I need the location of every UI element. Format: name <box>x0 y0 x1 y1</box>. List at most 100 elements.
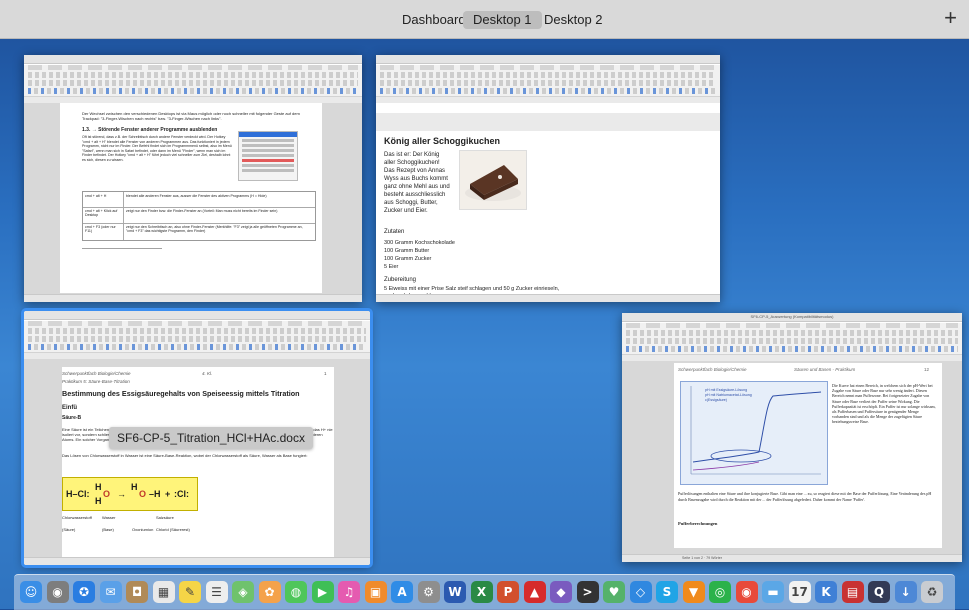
chart-legend-item: pH mit Essigsäure-Lösung <box>705 388 748 392</box>
eq-role: (Base) <box>102 527 114 532</box>
eq-label: Chlorwasserstoff <box>62 515 92 520</box>
quicktime-icon[interactable]: Q <box>868 581 890 603</box>
filemaker-icon[interactable]: ◆ <box>550 581 572 603</box>
hotkey-desc: blendet alle anderen Fenster aus, ausser… <box>126 194 267 198</box>
document-area: Schwerpunktfach Biologie/Chemie Säuren u… <box>622 361 962 554</box>
space-tab-desktop-1[interactable]: Desktop 1 <box>463 11 542 29</box>
intro-text: Der Wechsel zwischen den verschiedenen D… <box>82 111 300 121</box>
header-mid: 4. Kl. <box>202 371 213 376</box>
section-saeure-base: Säure-B <box>62 415 82 421</box>
word-ribbon[interactable] <box>376 65 720 97</box>
ingredient-item: 100 Gramm Butter <box>384 248 430 254</box>
window-titlebar[interactable]: SF6-CP-5_Auswertung (Kompatibilitätsmodu… <box>622 313 962 328</box>
document-area: Schwerpunktfach Biologie/Chemie 4. Kl. 1… <box>24 359 370 557</box>
header-left: Schwerpunktfach Biologie/Chemie <box>62 371 131 376</box>
window-titlebar[interactable] <box>376 55 720 70</box>
preparation-heading: Zubereitung <box>384 277 417 283</box>
ingredients-heading: Zutaten <box>384 229 405 235</box>
pdf-icon[interactable]: ▤ <box>841 581 864 603</box>
window-titlebar[interactable] <box>24 55 362 70</box>
trash-icon[interactable]: ♻ <box>921 581 943 603</box>
calendar-17-icon[interactable]: 17 <box>788 581 811 603</box>
downloads-icon[interactable]: ↓ <box>894 581 917 603</box>
itunes-icon[interactable]: ♫ <box>338 581 360 603</box>
word-ribbon[interactable] <box>622 323 962 355</box>
space-tab-desktop-2[interactable]: Desktop 2 <box>534 11 613 29</box>
hotkey-desc: zeigt nur den Finder bzw. die Finder-Fen… <box>126 209 278 213</box>
add-desktop-button[interactable]: + <box>944 6 957 30</box>
eq-role: Chlorid (Säurerest) <box>156 527 190 532</box>
preferences-icon[interactable]: ⚙ <box>417 581 440 603</box>
finder-icon[interactable]: ☺ <box>20 581 42 603</box>
window-titlebar[interactable] <box>24 311 370 326</box>
finder-menu-screenshot <box>238 131 298 181</box>
word-icon[interactable]: W <box>444 581 466 603</box>
skype-icon[interactable]: S <box>656 581 678 603</box>
terminal-icon[interactable]: > <box>576 581 599 603</box>
spaces-bar: Dashboard Desktop 1 Desktop 2 + <box>0 0 969 39</box>
buffer-paragraph-2: Pufferlösungen enthalten eine Säure und … <box>678 491 932 502</box>
safari-icon[interactable]: ✪ <box>73 581 95 603</box>
maps-icon[interactable]: ◈ <box>232 581 254 603</box>
contacts-icon[interactable]: ◘ <box>126 581 148 603</box>
calendar-icon[interactable]: ▦ <box>152 581 175 603</box>
eq-label: Wasser <box>102 515 116 520</box>
document-page: Schwerpunktfach Biologie/Chemie Säuren u… <box>674 363 942 548</box>
document-area: Der Wechsel zwischen den verschiedenen D… <box>24 103 362 294</box>
chart-svg <box>690 386 822 475</box>
activity-icon[interactable]: ♥ <box>603 581 625 603</box>
window-title-tooltip: SF6-CP-5_Titration_HCl+HAc.docx <box>109 427 313 449</box>
eq-role: (Säure) <box>62 527 76 532</box>
hotkey-key: cmd + F3 (oder nur F11) <box>85 225 116 233</box>
messages-icon[interactable]: ◍ <box>285 581 307 603</box>
document-page: Schwerpunktfach Biologie/Chemie 4. Kl. 1… <box>62 367 334 557</box>
word-window-puffer[interactable]: SF6-CP-5_Auswertung (Kompatibilitätsmodu… <box>622 313 962 562</box>
chart-legend-item: c(Essigsäure) <box>705 398 727 402</box>
header-right: 12 <box>924 367 930 372</box>
acrobat-icon[interactable]: ▲ <box>523 581 546 603</box>
text-lines <box>82 248 162 252</box>
keynote-icon[interactable]: K <box>815 581 837 603</box>
facetime-icon[interactable]: ▶ <box>311 581 334 603</box>
status-bar <box>376 294 720 302</box>
section-einfuehrung: Einfü <box>62 405 77 411</box>
dropbox-icon[interactable]: ◇ <box>629 581 652 603</box>
hotkey-desc: zeigt nur den Schreibtisch an, also ohne… <box>126 225 303 233</box>
header-right: 1 <box>324 371 327 376</box>
window-title: SF6-CP-5_Auswertung (Kompatibilitätsmodu… <box>750 314 834 319</box>
notes-icon[interactable]: ✎ <box>179 581 201 603</box>
ibooks-icon[interactable]: ▣ <box>364 581 387 603</box>
launchpad-icon[interactable]: ◉ <box>46 581 69 603</box>
titration-chart: pH mit Essigsäure-Lösung pH mit Natriuma… <box>680 381 828 485</box>
powerpoint-icon[interactable]: P <box>497 581 519 603</box>
status-bar <box>24 557 370 565</box>
ingredient-item: 100 Gramm Zucker <box>384 256 432 262</box>
section-pufferberechnungen: Pufferberechnungen <box>678 521 718 526</box>
document-page: Der Wechsel zwischen den verschiedenen D… <box>60 103 322 293</box>
photos-icon[interactable]: ✿ <box>258 581 281 603</box>
spotify-icon[interactable]: ◎ <box>709 581 731 603</box>
header-sub: Praktikum 5: Säure-Base-Titration <box>62 379 130 384</box>
section-heading: 1.3. → Störende Fenster anderer Programm… <box>82 127 218 133</box>
excel-icon[interactable]: X <box>470 581 493 603</box>
status-text: Seite 1 von 2 · 79 Wörter <box>682 556 722 560</box>
header-mid: Säuren und Basen - Praktikum <box>794 367 856 372</box>
word-window-hotkeys[interactable]: Der Wechsel zwischen den verschiedenen D… <box>24 55 362 302</box>
word-ribbon[interactable] <box>24 321 370 353</box>
body-paragraph-2: Das Lösen von Chlorwasserstoff in Wasser… <box>62 453 308 458</box>
word-window-titration[interactable]: Schwerpunktfach Biologie/Chemie 4. Kl. 1… <box>21 308 373 568</box>
status-bar <box>24 294 362 302</box>
eq-label: Salzsäure <box>156 515 174 520</box>
folder-icon[interactable]: ▬ <box>762 581 784 603</box>
chrome-icon[interactable]: ◉ <box>735 581 758 603</box>
ingredient-item: 300 Gramm Kochschokolade <box>384 240 455 246</box>
word-ribbon[interactable] <box>24 65 362 97</box>
word-window-recipe[interactable]: König aller Schoggikuchen Das ist er: De… <box>376 55 720 302</box>
mail-icon[interactable]: ✉ <box>99 581 122 603</box>
recipe-intro: Das ist er: Der König aller Schoggikuche… <box>384 152 450 214</box>
reaction-equation: H–Cl: H O H → H O –H + :Cl: <box>62 477 198 511</box>
vlc-icon[interactable]: ▼ <box>682 581 705 603</box>
recipe-title: König aller Schoggikuchen <box>384 136 501 146</box>
reminders-icon[interactable]: ☰ <box>205 581 228 603</box>
appstore-icon[interactable]: A <box>391 581 413 603</box>
